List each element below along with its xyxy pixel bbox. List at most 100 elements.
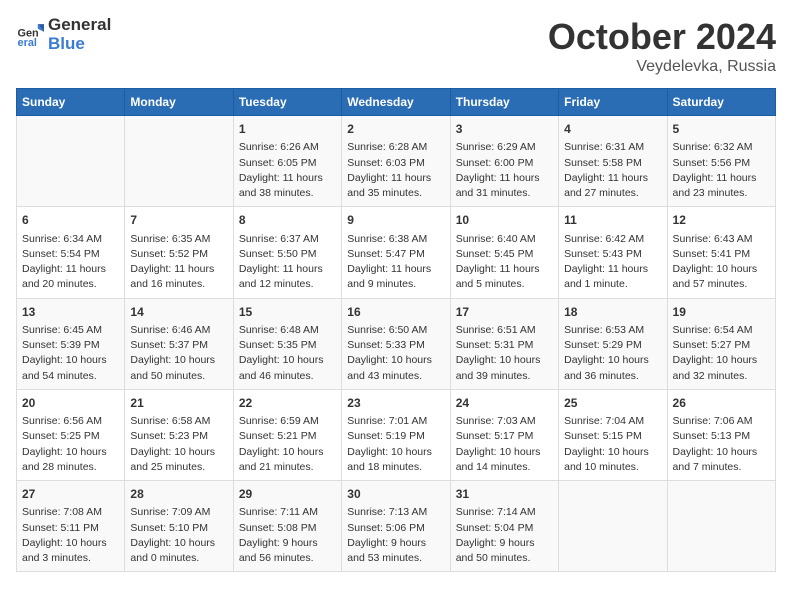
day-content: Sunrise: 7:04 AM Sunset: 5:15 PM Dayligh… <box>564 414 661 475</box>
title-block: October 2024 Veydelevka, Russia <box>548 16 776 76</box>
day-content: Sunrise: 6:51 AM Sunset: 5:31 PM Dayligh… <box>456 323 553 384</box>
calendar-title: October 2024 <box>548 16 776 58</box>
calendar-cell: 17 Sunrise: 6:51 AM Sunset: 5:31 PM Dayli… <box>450 298 558 389</box>
day-number: 18 <box>564 304 661 321</box>
day-number: 5 <box>673 121 770 138</box>
calendar-week-4: 20Sunrise: 6:56 AM Sunset: 5:25 PM Dayli… <box>17 389 776 480</box>
day-content: Sunrise: 6:28 AM Sunset: 6:03 PM Dayligh… <box>347 140 444 201</box>
calendar-cell: 26 Sunrise: 7:06 AM Sunset: 5:13 PM Dayli… <box>667 389 775 480</box>
day-number: 19 <box>673 304 770 321</box>
day-number: 23 <box>347 395 444 412</box>
day-content: Sunrise: 6:53 AM Sunset: 5:29 PM Dayligh… <box>564 323 661 384</box>
calendar-cell: 7 Sunrise: 6:35 AM Sunset: 5:52 PM Daylig… <box>125 207 233 298</box>
calendar-cell: 22Sunrise: 6:59 AM Sunset: 5:21 PM Dayli… <box>233 389 341 480</box>
day-number: 27 <box>22 486 119 503</box>
calendar-week-2: 6Sunrise: 6:34 AM Sunset: 5:54 PM Daylig… <box>17 207 776 298</box>
day-content: Sunrise: 7:09 AM Sunset: 5:10 PM Dayligh… <box>130 505 227 566</box>
day-content: Sunrise: 6:45 AM Sunset: 5:39 PM Dayligh… <box>22 323 119 384</box>
day-number: 26 <box>673 395 770 412</box>
day-content: Sunrise: 6:38 AM Sunset: 5:47 PM Dayligh… <box>347 232 444 293</box>
day-content: Sunrise: 6:54 AM Sunset: 5:27 PM Dayligh… <box>673 323 770 384</box>
day-number: 14 <box>130 304 227 321</box>
generalblue-logo-icon: Gen eral <box>16 21 44 49</box>
day-number: 15 <box>239 304 336 321</box>
day-number: 13 <box>22 304 119 321</box>
day-number: 7 <box>130 212 227 229</box>
header-wednesday: Wednesday <box>342 89 450 116</box>
day-number: 8 <box>239 212 336 229</box>
day-number: 25 <box>564 395 661 412</box>
calendar-cell: 11 Sunrise: 6:42 AM Sunset: 5:43 PM Dayli… <box>559 207 667 298</box>
day-number: 17 <box>456 304 553 321</box>
day-number: 31 <box>456 486 553 503</box>
day-content: Sunrise: 6:42 AM Sunset: 5:43 PM Dayligh… <box>564 232 661 293</box>
day-number: 24 <box>456 395 553 412</box>
day-content: Sunrise: 6:48 AM Sunset: 5:35 PM Dayligh… <box>239 323 336 384</box>
calendar-cell <box>559 481 667 572</box>
calendar-cell: 2 Sunrise: 6:28 AM Sunset: 6:03 PM Daylig… <box>342 116 450 207</box>
day-content: Sunrise: 6:40 AM Sunset: 5:45 PM Dayligh… <box>456 232 553 293</box>
day-number: 6 <box>22 212 119 229</box>
day-content: Sunrise: 6:29 AM Sunset: 6:00 PM Dayligh… <box>456 140 553 201</box>
header-tuesday: Tuesday <box>233 89 341 116</box>
day-content: Sunrise: 6:59 AM Sunset: 5:21 PM Dayligh… <box>239 414 336 475</box>
calendar-cell: 12 Sunrise: 6:43 AM Sunset: 5:41 PM Dayli… <box>667 207 775 298</box>
calendar-cell: 1 Sunrise: 6:26 AM Sunset: 6:05 PM Daylig… <box>233 116 341 207</box>
calendar-week-5: 27Sunrise: 7:08 AM Sunset: 5:11 PM Dayli… <box>17 481 776 572</box>
header-thursday: Thursday <box>450 89 558 116</box>
logo-text-block: General Blue <box>48 16 111 53</box>
calendar-cell: 10 Sunrise: 6:40 AM Sunset: 5:45 PM Dayli… <box>450 207 558 298</box>
calendar-cell: 19 Sunrise: 6:54 AM Sunset: 5:27 PM Dayli… <box>667 298 775 389</box>
day-number: 2 <box>347 121 444 138</box>
day-content: Sunrise: 6:35 AM Sunset: 5:52 PM Dayligh… <box>130 232 227 293</box>
day-number: 29 <box>239 486 336 503</box>
day-content: Sunrise: 6:26 AM Sunset: 6:05 PM Dayligh… <box>239 140 336 201</box>
day-number: 10 <box>456 212 553 229</box>
day-content: Sunrise: 6:56 AM Sunset: 5:25 PM Dayligh… <box>22 414 119 475</box>
calendar-cell <box>125 116 233 207</box>
header-friday: Friday <box>559 89 667 116</box>
calendar-cell: 18 Sunrise: 6:53 AM Sunset: 5:29 PM Dayli… <box>559 298 667 389</box>
calendar-cell: 16Sunrise: 6:50 AM Sunset: 5:33 PM Dayli… <box>342 298 450 389</box>
header-saturday: Saturday <box>667 89 775 116</box>
day-number: 4 <box>564 121 661 138</box>
calendar-cell <box>17 116 125 207</box>
calendar-cell: 20Sunrise: 6:56 AM Sunset: 5:25 PM Dayli… <box>17 389 125 480</box>
day-number: 16 <box>347 304 444 321</box>
calendar-cell: 9 Sunrise: 6:38 AM Sunset: 5:47 PM Daylig… <box>342 207 450 298</box>
calendar-week-1: 1 Sunrise: 6:26 AM Sunset: 6:05 PM Daylig… <box>17 116 776 207</box>
calendar-cell: 24 Sunrise: 7:03 AM Sunset: 5:17 PM Dayli… <box>450 389 558 480</box>
day-number: 30 <box>347 486 444 503</box>
day-number: 12 <box>673 212 770 229</box>
day-content: Sunrise: 6:58 AM Sunset: 5:23 PM Dayligh… <box>130 414 227 475</box>
calendar-header-row: SundayMondayTuesdayWednesdayThursdayFrid… <box>17 89 776 116</box>
day-content: Sunrise: 6:43 AM Sunset: 5:41 PM Dayligh… <box>673 232 770 293</box>
calendar-cell: 8 Sunrise: 6:37 AM Sunset: 5:50 PM Daylig… <box>233 207 341 298</box>
day-content: Sunrise: 6:37 AM Sunset: 5:50 PM Dayligh… <box>239 232 336 293</box>
day-content: Sunrise: 7:11 AM Sunset: 5:08 PM Dayligh… <box>239 505 336 566</box>
day-number: 3 <box>456 121 553 138</box>
calendar-cell: 27Sunrise: 7:08 AM Sunset: 5:11 PM Dayli… <box>17 481 125 572</box>
day-number: 11 <box>564 212 661 229</box>
day-number: 1 <box>239 121 336 138</box>
day-number: 9 <box>347 212 444 229</box>
day-number: 21 <box>130 395 227 412</box>
calendar-cell: 13 Sunrise: 6:45 AM Sunset: 5:39 PM Dayli… <box>17 298 125 389</box>
calendar-cell <box>667 481 775 572</box>
day-content: Sunrise: 7:13 AM Sunset: 5:06 PM Dayligh… <box>347 505 444 566</box>
logo-general: General <box>48 16 111 35</box>
calendar-cell: 28 Sunrise: 7:09 AM Sunset: 5:10 PM Dayli… <box>125 481 233 572</box>
calendar-cell: 6Sunrise: 6:34 AM Sunset: 5:54 PM Daylig… <box>17 207 125 298</box>
calendar-week-3: 13 Sunrise: 6:45 AM Sunset: 5:39 PM Dayli… <box>17 298 776 389</box>
day-number: 28 <box>130 486 227 503</box>
day-content: Sunrise: 6:32 AM Sunset: 5:56 PM Dayligh… <box>673 140 770 201</box>
calendar-cell: 25 Sunrise: 7:04 AM Sunset: 5:15 PM Dayli… <box>559 389 667 480</box>
day-content: Sunrise: 7:06 AM Sunset: 5:13 PM Dayligh… <box>673 414 770 475</box>
page-header: Gen eral General Blue October 2024 Veyde… <box>16 16 776 76</box>
calendar-cell: 14Sunrise: 6:46 AM Sunset: 5:37 PM Dayli… <box>125 298 233 389</box>
day-content: Sunrise: 7:03 AM Sunset: 5:17 PM Dayligh… <box>456 414 553 475</box>
logo-blue: Blue <box>48 35 111 54</box>
calendar-table: SundayMondayTuesdayWednesdayThursdayFrid… <box>16 88 776 572</box>
calendar-cell: 3 Sunrise: 6:29 AM Sunset: 6:00 PM Daylig… <box>450 116 558 207</box>
day-content: Sunrise: 6:31 AM Sunset: 5:58 PM Dayligh… <box>564 140 661 201</box>
